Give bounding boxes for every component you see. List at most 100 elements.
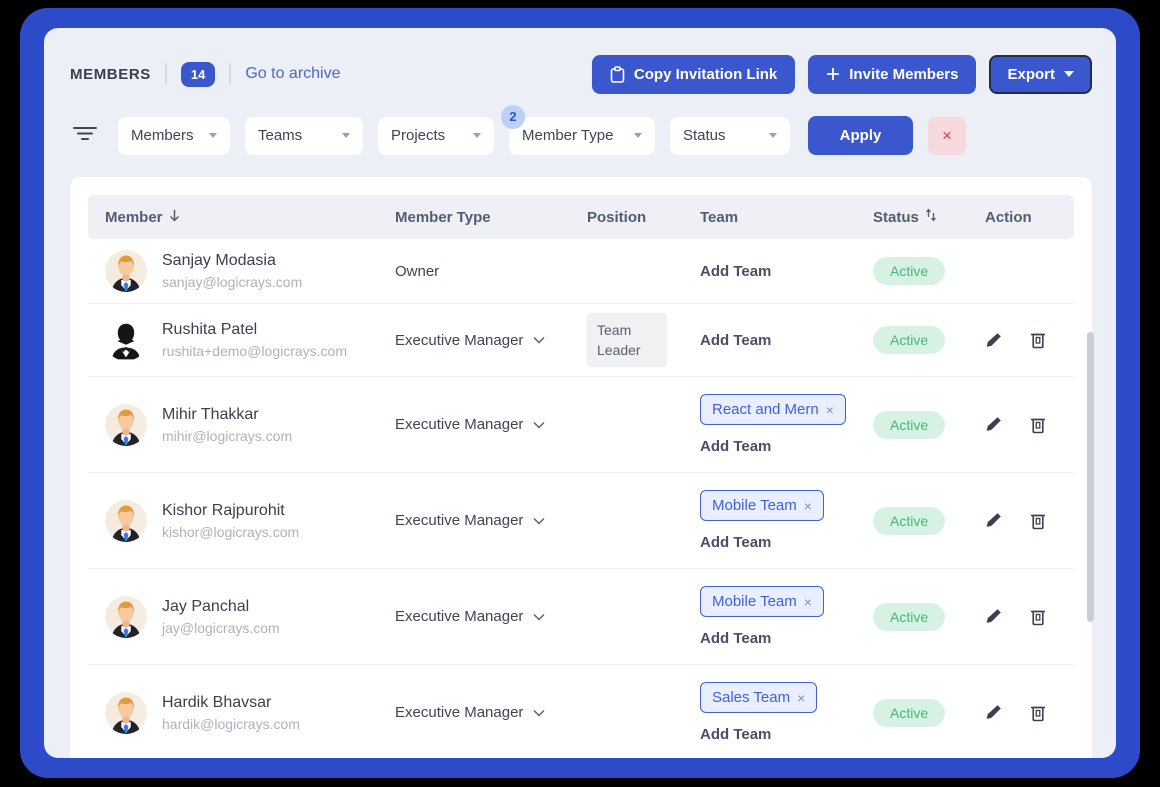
column-header-member[interactable]: Member: [88, 209, 395, 226]
member-type-cell[interactable]: Executive Manager: [395, 332, 587, 349]
filter-status-dropdown[interactable]: Status: [670, 117, 790, 155]
member-type-caret-icon: [533, 517, 545, 525]
table-row: Hardik Bhavsar hardik@logicrays.com Exec…: [88, 665, 1074, 758]
member-type-value: Executive Manager: [395, 608, 523, 625]
sort-descending-icon[interactable]: [169, 209, 180, 226]
filter-status-label: Status: [683, 127, 726, 144]
member-type-value: Executive Manager: [395, 332, 523, 349]
member-type-value: Owner: [395, 263, 439, 280]
filter-icon[interactable]: [72, 125, 98, 146]
filter-member-type-label: Member Type: [522, 127, 613, 144]
position-cell: Team Leader: [587, 313, 700, 368]
filter-bar: Members Teams Projects 2 Member Type Sta…: [72, 116, 1092, 155]
team-chip-label: Mobile Team: [712, 497, 797, 514]
team-chip[interactable]: Mobile Team×: [700, 586, 824, 617]
remove-team-icon[interactable]: ×: [826, 402, 834, 418]
member-type-cell[interactable]: Owner: [395, 263, 587, 280]
add-team-button[interactable]: Add Team: [700, 630, 771, 647]
filter-members-dropdown[interactable]: Members: [118, 117, 230, 155]
column-header-member-type[interactable]: Member Type: [395, 209, 587, 226]
team-cell: Add Team: [700, 249, 873, 294]
member-email: mihir@logicrays.com: [162, 428, 292, 444]
column-header-status[interactable]: Status: [873, 208, 985, 226]
team-cell: Mobile Team× Add Team: [700, 572, 873, 661]
action-cell: [985, 512, 1074, 530]
edit-icon[interactable]: [985, 332, 1002, 349]
member-type-cell[interactable]: Executive Manager: [395, 704, 587, 721]
status-badge: Active: [873, 411, 945, 439]
member-type-cell[interactable]: Executive Manager: [395, 512, 587, 529]
delete-icon[interactable]: [1030, 512, 1046, 530]
delete-icon[interactable]: [1030, 608, 1046, 626]
export-button[interactable]: Export: [989, 55, 1092, 94]
add-team-button[interactable]: Add Team: [700, 332, 771, 349]
remove-team-icon[interactable]: ×: [797, 690, 805, 706]
team-cell: Add Team: [700, 318, 873, 363]
invite-members-button[interactable]: Invite Members: [808, 55, 976, 94]
member-name: Sanjay Modasia: [162, 252, 302, 270]
action-cell: [985, 416, 1074, 434]
add-team-button[interactable]: Add Team: [700, 263, 771, 280]
edit-icon[interactable]: [985, 512, 1002, 529]
add-team-button[interactable]: Add Team: [700, 726, 771, 743]
caret-down-icon: [209, 133, 217, 138]
caret-down-icon: [342, 133, 350, 138]
member-cell: Sanjay Modasia sanjay@logicrays.com: [88, 250, 395, 292]
team-chip[interactable]: React and Mern×: [700, 394, 846, 425]
avatar: [105, 596, 147, 638]
edit-icon[interactable]: [985, 416, 1002, 433]
column-header-position[interactable]: Position: [587, 209, 700, 226]
edit-icon[interactable]: [985, 704, 1002, 721]
member-cell: Kishor Rajpurohit kishor@logicrays.com: [88, 500, 395, 542]
member-type-cell[interactable]: Executive Manager: [395, 608, 587, 625]
delete-icon[interactable]: [1030, 704, 1046, 722]
table-row: Jay Panchal jay@logicrays.com Executive …: [88, 569, 1074, 665]
action-cell: [985, 704, 1074, 722]
filter-teams-dropdown[interactable]: Teams: [245, 117, 363, 155]
clear-filters-button[interactable]: ×: [928, 117, 966, 155]
team-chip[interactable]: Mobile Team ×: [700, 490, 824, 521]
member-type-cell[interactable]: Executive Manager: [395, 416, 587, 433]
filter-members-label: Members: [131, 127, 194, 144]
plus-icon: [826, 67, 840, 81]
column-header-action[interactable]: Action: [985, 209, 1074, 226]
divider: [229, 63, 231, 85]
edit-icon[interactable]: [985, 608, 1002, 625]
team-chip[interactable]: Sales Team ×: [700, 682, 817, 713]
apply-button[interactable]: Apply: [808, 116, 913, 155]
add-team-button[interactable]: Add Team: [700, 438, 771, 455]
copy-invitation-link-button[interactable]: Copy Invitation Link: [592, 55, 795, 94]
caret-down-icon: [473, 133, 481, 138]
copy-invitation-link-label: Copy Invitation Link: [634, 66, 777, 83]
member-name: Rushita Patel: [162, 321, 347, 339]
filter-member-type-dropdown[interactable]: 2 Member Type: [509, 117, 655, 155]
team-cell: React and Mern× Add Team: [700, 380, 873, 469]
filter-projects-dropdown[interactable]: Projects: [378, 117, 494, 155]
vertical-scrollbar[interactable]: [1087, 332, 1094, 622]
go-to-archive-link[interactable]: Go to archive: [245, 65, 340, 83]
add-team-button[interactable]: Add Team: [700, 534, 771, 551]
status-cell: Active: [873, 699, 985, 727]
delete-icon[interactable]: [1030, 331, 1046, 349]
apply-label: Apply: [840, 127, 882, 144]
column-label: Team: [700, 209, 738, 226]
filter-projects-label: Projects: [391, 127, 445, 144]
column-header-team[interactable]: Team: [700, 209, 873, 226]
status-cell: Active: [873, 326, 985, 354]
remove-team-icon[interactable]: ×: [804, 498, 812, 514]
status-cell: Active: [873, 411, 985, 439]
status-badge: Active: [873, 507, 945, 535]
remove-team-icon[interactable]: ×: [804, 594, 812, 610]
team-chip-label: Sales Team: [712, 689, 790, 706]
table-row: Sanjay Modasia sanjay@logicrays.com Owne…: [88, 239, 1074, 304]
avatar-man: [105, 596, 147, 638]
delete-icon[interactable]: [1030, 416, 1046, 434]
member-type-caret-icon: [533, 421, 545, 429]
members-panel: MEMBERS 14 Go to archive Copy Invitation…: [44, 28, 1116, 758]
sort-both-icon[interactable]: [925, 208, 937, 226]
member-type-value: Executive Manager: [395, 512, 523, 529]
member-cell: Mihir Thakkar mihir@logicrays.com: [88, 404, 395, 446]
avatar-man: [105, 500, 147, 542]
caret-down-icon: [769, 133, 777, 138]
column-label: Status: [873, 209, 919, 226]
